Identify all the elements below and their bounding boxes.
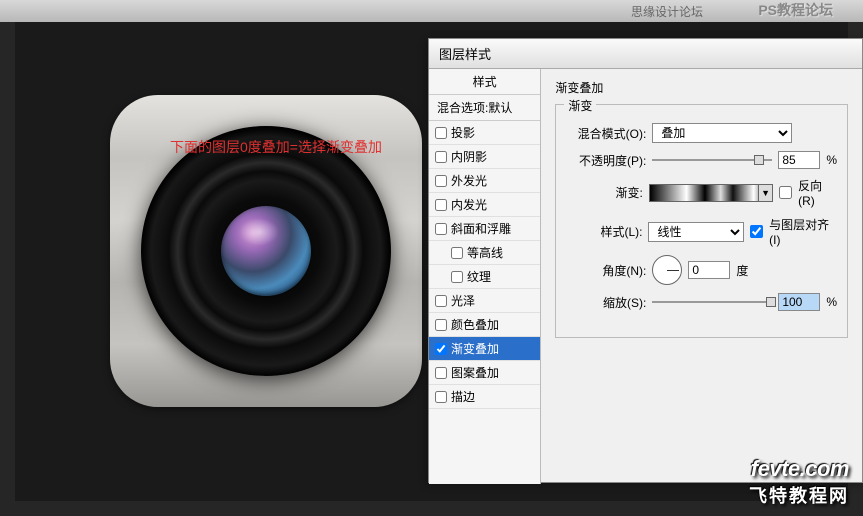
lens-outer-ring	[141, 126, 391, 376]
style-checkbox-10[interactable]	[435, 367, 447, 379]
style-item-4[interactable]: 斜面和浮雕	[429, 217, 540, 241]
scale-slider[interactable]	[652, 294, 772, 310]
style-list-panel: 样式 混合选项:默认 投影内阴影外发光内发光斜面和浮雕等高线纹理光泽颜色叠加渐变…	[429, 69, 541, 484]
reverse-checkbox[interactable]	[779, 186, 792, 199]
lens-highlight	[239, 218, 279, 246]
dialog-title-bar[interactable]: 图层样式	[429, 39, 862, 69]
style-checkbox-5[interactable]	[451, 247, 463, 259]
lens-glass	[221, 206, 311, 296]
style-checkbox-3[interactable]	[435, 199, 447, 211]
style-label-4: 斜面和浮雕	[451, 220, 511, 237]
style-item-6[interactable]: 纹理	[429, 265, 540, 289]
style-checkbox-6[interactable]	[451, 271, 463, 283]
align-checkbox[interactable]	[750, 225, 763, 238]
angle-dial[interactable]	[652, 255, 682, 285]
style-checkbox-7[interactable]	[435, 295, 447, 307]
opacity-input[interactable]	[778, 151, 820, 169]
forum-label-1: 思缘设计论坛	[631, 3, 703, 20]
style-item-7[interactable]: 光泽	[429, 289, 540, 313]
style-label-9: 渐变叠加	[451, 340, 499, 357]
opacity-unit: %	[826, 153, 837, 167]
watermark-url: fevte.com	[749, 456, 849, 482]
style-item-11[interactable]: 描边	[429, 385, 540, 409]
style-select[interactable]: 线性	[648, 222, 744, 242]
opacity-label: 不透明度(P):	[566, 152, 646, 169]
gradient-label: 渐变:	[566, 184, 642, 201]
style-label-5: 等高线	[467, 244, 503, 261]
style-checkbox-2[interactable]	[435, 175, 447, 187]
angle-unit: 度	[736, 262, 748, 279]
blend-mode-label: 混合模式(O):	[566, 125, 646, 142]
style-label-7: 光泽	[451, 292, 475, 309]
style-checkbox-8[interactable]	[435, 319, 447, 331]
style-checkbox-4[interactable]	[435, 223, 447, 235]
style-label: 样式(L):	[566, 223, 642, 240]
scale-input[interactable]	[778, 293, 820, 311]
style-label-8: 颜色叠加	[451, 316, 499, 333]
style-label-10: 图案叠加	[451, 364, 499, 381]
style-item-9[interactable]: 渐变叠加	[429, 337, 540, 361]
style-item-8[interactable]: 颜色叠加	[429, 313, 540, 337]
style-item-0[interactable]: 投影	[429, 121, 540, 145]
style-label-1: 内阴影	[451, 148, 487, 165]
style-label-11: 描边	[451, 388, 475, 405]
angle-input[interactable]	[688, 261, 730, 279]
fieldset-legend: 渐变	[564, 97, 596, 114]
style-label-3: 内发光	[451, 196, 487, 213]
style-checkbox-9[interactable]	[435, 343, 447, 355]
opacity-slider[interactable]	[652, 152, 772, 168]
settings-panel-title: 渐变叠加	[555, 79, 848, 96]
style-label-0: 投影	[451, 124, 475, 141]
blending-options-default[interactable]: 混合选项:默认	[429, 95, 540, 121]
gradient-dropdown-arrow[interactable]: ▼	[758, 185, 772, 201]
angle-label: 角度(N):	[566, 262, 646, 279]
app-top-bar: 思缘设计论坛 PS教程论坛	[0, 0, 863, 22]
style-checkbox-0[interactable]	[435, 127, 447, 139]
layer-style-dialog: 图层样式 样式 混合选项:默认 投影内阴影外发光内发光斜面和浮雕等高线纹理光泽颜…	[428, 38, 863, 483]
dialog-body: 样式 混合选项:默认 投影内阴影外发光内发光斜面和浮雕等高线纹理光泽颜色叠加渐变…	[429, 69, 862, 484]
blend-mode-select[interactable]: 叠加	[652, 123, 792, 143]
gradient-preview[interactable]: ▼	[649, 184, 773, 202]
watermark-subtitle: 飞特教程网	[749, 482, 849, 508]
align-label: 与图层对齐(I)	[769, 216, 837, 247]
style-list-header[interactable]: 样式	[429, 69, 540, 95]
style-label-2: 外发光	[451, 172, 487, 189]
red-annotation-text: 下面的图层0度叠加=选择渐变叠加	[170, 137, 382, 157]
scale-unit: %	[826, 295, 837, 309]
gradient-fieldset: 渐变 混合模式(O): 叠加 不透明度(P): %	[555, 104, 848, 338]
style-item-1[interactable]: 内阴影	[429, 145, 540, 169]
settings-panel: 渐变叠加 渐变 混合模式(O): 叠加 不透明度(P):	[541, 69, 862, 484]
style-checkbox-11[interactable]	[435, 391, 447, 403]
scale-label: 缩放(S):	[566, 294, 646, 311]
forum-label-2: PS教程论坛	[758, 0, 833, 20]
watermark: fevte.com 飞特教程网	[749, 456, 849, 508]
style-item-2[interactable]: 外发光	[429, 169, 540, 193]
style-label-6: 纹理	[467, 268, 491, 285]
reverse-label: 反向(R)	[798, 177, 837, 208]
style-checkbox-1[interactable]	[435, 151, 447, 163]
style-item-3[interactable]: 内发光	[429, 193, 540, 217]
style-item-10[interactable]: 图案叠加	[429, 361, 540, 385]
style-item-5[interactable]: 等高线	[429, 241, 540, 265]
